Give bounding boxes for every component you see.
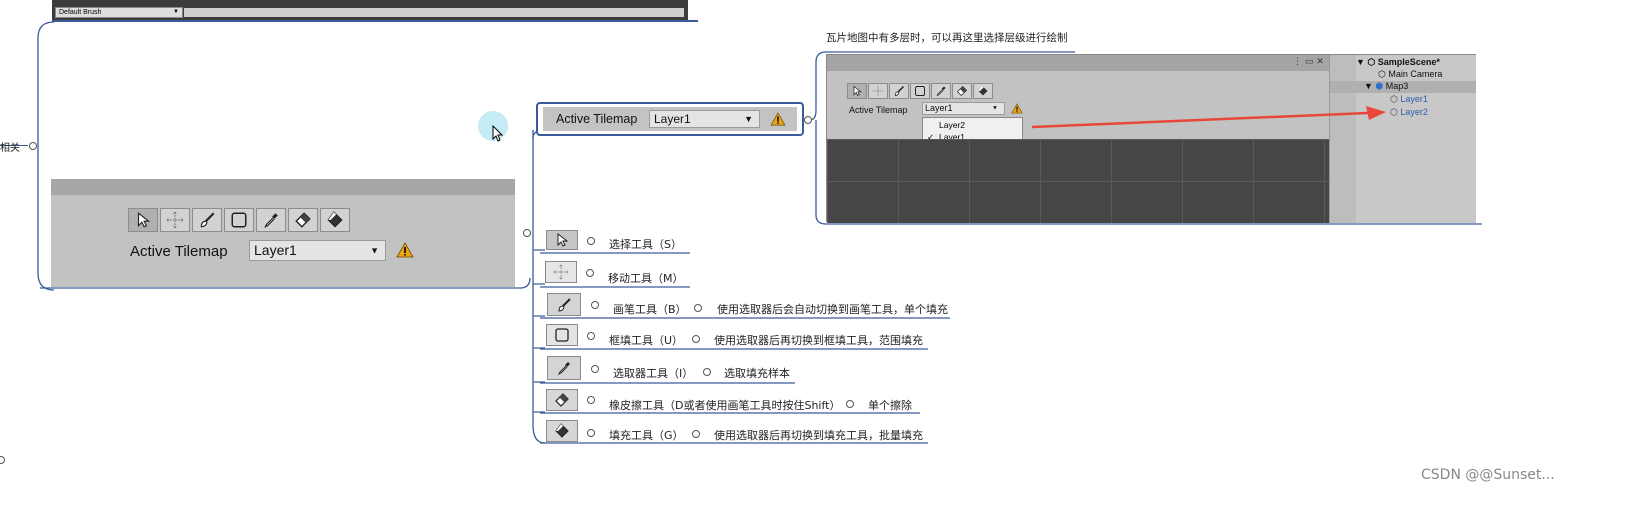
tool-icon-button-brush (547, 293, 581, 316)
tool-desc: 使用选取器后再切换到框填工具，范围填充 (714, 334, 923, 347)
tile-grid-area (827, 139, 1329, 223)
tool-name: 画笔工具（B） (613, 303, 687, 316)
unity-move-button[interactable] (868, 83, 888, 99)
unity-eraser-button[interactable] (952, 83, 972, 99)
tool-icon-button-box-fill (546, 324, 578, 346)
red-arrow-annotation (1031, 106, 1386, 129)
warning-icon (1011, 103, 1023, 114)
unity-active-tilemap-label: Active Tilemap (849, 105, 908, 115)
dropdown-option-layer2[interactable]: Layer2 (939, 120, 965, 130)
tool-desc: 选取填充样本 (724, 367, 790, 380)
eraser-icon (956, 85, 968, 97)
palette-node-connector (523, 229, 531, 237)
tool-icon-button-move (545, 261, 577, 283)
scene-icon: ⬡ (1367, 57, 1376, 67)
hierarchy-item-layer2[interactable]: ⬡ Layer2 (1390, 107, 1428, 118)
box-fill-icon (555, 328, 569, 342)
fill-icon (978, 85, 988, 96)
fill-icon (555, 423, 569, 438)
picker-icon (936, 86, 946, 97)
hierarchy-item-scene[interactable]: ▼ ⬡ SampleScene* (1356, 57, 1440, 68)
unity-layer-value: Layer1 (925, 103, 953, 113)
tool-name: 选择工具（S） (609, 238, 682, 251)
hierarchy-item-map3[interactable]: ▼ ⬢ Map3 (1364, 81, 1408, 92)
tool-icon-button-select (546, 230, 578, 250)
tool-desc: 使用选取器后会自动切换到画笔工具，单个填充 (717, 303, 948, 316)
mouse-cursor-icon (492, 125, 504, 142)
picker-icon (557, 362, 570, 376)
move-icon (872, 85, 884, 97)
gameobject-icon: ⬡ (1390, 94, 1398, 104)
hierarchy-item-layer1[interactable]: ⬡ Layer1 (1390, 94, 1428, 105)
unity-box-fill-button[interactable] (910, 83, 930, 99)
box-fill-icon (915, 86, 925, 96)
move-icon (553, 264, 569, 280)
hierarchy-item-camera[interactable]: ⬡ Main Camera (1378, 69, 1442, 80)
tool-name: 橡皮擦工具（D或者使用画笔工具时按住Shift） (609, 399, 841, 412)
active-tilemap-node: Active Tilemap Layer1 ▼ (536, 102, 804, 136)
warning-icon (770, 112, 786, 126)
tool-name: 填充工具（G） (609, 429, 684, 442)
active-tilemap-dropdown[interactable]: Layer1 ▼ (649, 110, 760, 128)
tool-name: 框填工具（U） (609, 334, 684, 347)
brush-icon (894, 85, 905, 96)
tool-name: 选取器工具（I） (613, 367, 694, 380)
gameobject-icon: ⬡ (1378, 69, 1386, 79)
window-controls: ⋮ ▭ ✕ (1293, 57, 1324, 67)
active-tilemap-layer: Layer1 (654, 112, 691, 126)
active-tilemap-label: Active Tilemap (556, 112, 638, 126)
unity-toolbar (847, 83, 993, 99)
tool-icon-button-picker (547, 356, 581, 380)
unity-fill-button[interactable] (973, 83, 993, 99)
unity-select-button[interactable] (847, 83, 867, 99)
tool-icon-button-eraser (546, 389, 578, 411)
tool-desc: 单个擦除 (868, 399, 912, 412)
unity-layer-dropdown[interactable]: Layer1 ▼ (922, 102, 1005, 115)
brush-icon (558, 297, 571, 312)
tool-icon-button-fill (546, 420, 578, 442)
gameobject-icon: ⬡ (1390, 107, 1398, 117)
layer-note: 瓦片地图中有多层时，可以再这里选择层级进行绘制 (826, 32, 1068, 44)
eraser-icon (555, 393, 569, 407)
tool-desc: 使用选取器后再切换到填充工具，批量填充 (714, 429, 923, 442)
unity-editor-screenshot: ⋮ ▭ ✕ Active Tilemap Layer1 ▼ Layer2 ✓ La… (826, 54, 1476, 223)
unity-brush-button[interactable] (889, 83, 909, 99)
watermark: CSDN @@Sunset... (1421, 467, 1555, 483)
tool-name: 移动工具（M） (608, 272, 684, 285)
hierarchy-panel: ▼ ⬡ SampleScene* ⬡ Main Camera ▼ ⬢ Map3 … (1329, 55, 1476, 223)
select-icon (557, 232, 569, 247)
unity-picker-button[interactable] (931, 83, 951, 99)
select-icon (853, 85, 862, 97)
prefab-icon: ⬢ (1375, 81, 1384, 91)
active-tilemap-connector (804, 116, 812, 124)
